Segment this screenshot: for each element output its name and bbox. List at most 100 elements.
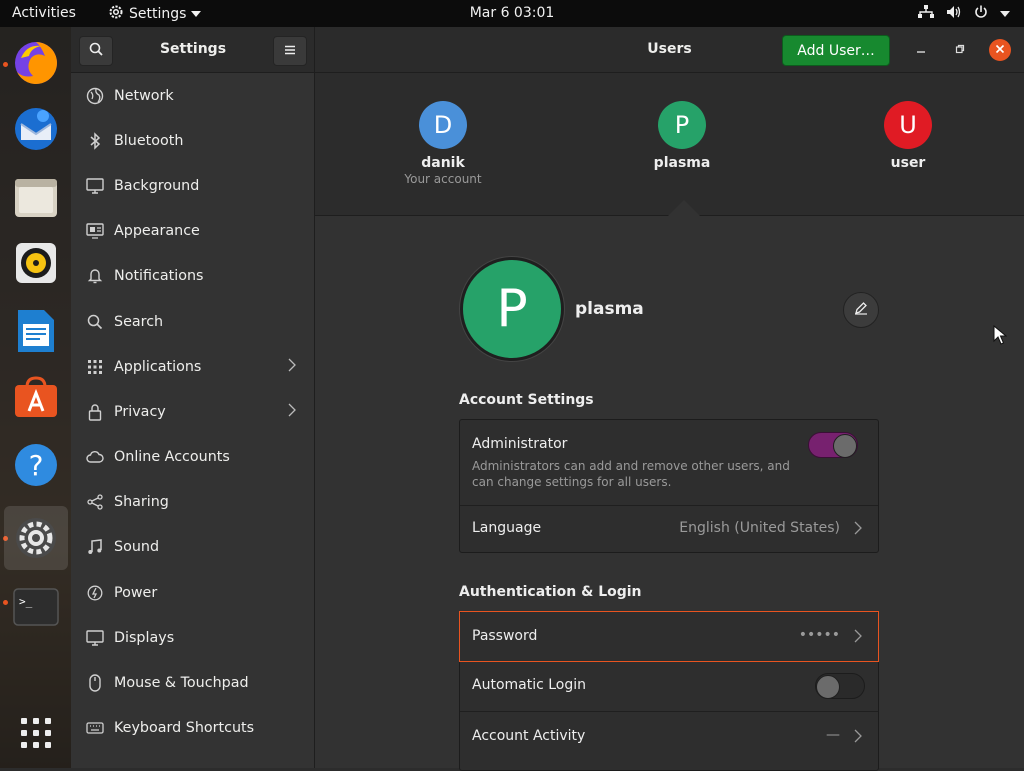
search-button[interactable] bbox=[79, 36, 113, 66]
files-icon[interactable] bbox=[8, 169, 64, 225]
sidebar-item-background[interactable]: Background bbox=[71, 163, 314, 208]
account-activity-label: Account Activity bbox=[472, 728, 586, 744]
sidebar-item-sharing[interactable]: Sharing bbox=[71, 480, 314, 525]
add-user-button[interactable]: Add User… bbox=[782, 35, 890, 66]
sidebar-item-mouse-touchpad[interactable]: Mouse & Touchpad bbox=[71, 660, 314, 705]
hamburger-icon bbox=[284, 43, 296, 59]
writer-icon[interactable] bbox=[8, 303, 64, 359]
sidebar-item-label: Online Accounts bbox=[114, 449, 230, 466]
chevron-right-icon bbox=[854, 521, 862, 539]
system-tray[interactable] bbox=[918, 5, 1010, 23]
settings-icon[interactable] bbox=[4, 506, 68, 570]
sidebar-item-bluetooth[interactable]: Bluetooth bbox=[71, 118, 314, 163]
caret-down-icon bbox=[191, 6, 202, 22]
sidebar-item-notifications[interactable]: Notifications bbox=[71, 254, 314, 299]
keyboard-icon bbox=[85, 718, 105, 738]
chevron-right-icon bbox=[854, 729, 862, 747]
administrator-description: Administrators can add and remove other … bbox=[472, 459, 790, 489]
password-row[interactable]: Password ••••• bbox=[459, 611, 879, 662]
sidebar-item-label: Sound bbox=[114, 539, 160, 556]
sidebar-item-label: Displays bbox=[114, 629, 175, 646]
svg-text:>_: >_ bbox=[19, 595, 33, 608]
sidebar-item-label: Appearance bbox=[114, 223, 200, 240]
pencil-icon bbox=[854, 301, 868, 319]
sidebar-item-label: Privacy bbox=[114, 403, 166, 420]
mouse-icon bbox=[85, 673, 105, 693]
language-row[interactable]: Language English (United States) bbox=[460, 506, 878, 553]
avatar: P bbox=[658, 101, 706, 149]
sidebar-header: Settings bbox=[71, 27, 314, 73]
user-card-danik[interactable]: D danik Your account bbox=[373, 101, 513, 186]
mouse-cursor-icon bbox=[993, 324, 1008, 349]
profile-avatar[interactable]: P bbox=[460, 257, 564, 361]
user-carousel: D danik Your account P plasma U user bbox=[315, 73, 1024, 216]
sidebar-item-privacy[interactable]: Privacy bbox=[71, 389, 314, 434]
firefox-icon[interactable] bbox=[8, 35, 64, 91]
automatic-login-label: Automatic Login bbox=[472, 677, 587, 693]
bluetooth-icon bbox=[85, 131, 105, 151]
terminal-icon[interactable]: >_ bbox=[8, 579, 64, 635]
activities-button[interactable]: Activities bbox=[12, 5, 76, 21]
app-menu-label: Settings bbox=[129, 6, 187, 22]
share-icon bbox=[85, 492, 105, 512]
sidebar-item-label: Mouse & Touchpad bbox=[114, 675, 249, 692]
administrator-label: Administrator bbox=[472, 436, 568, 452]
network-wired-icon bbox=[918, 5, 934, 23]
avatar: U bbox=[884, 101, 932, 149]
sidebar-item-applications[interactable]: Applications bbox=[71, 344, 314, 389]
user-card-user[interactable]: U user bbox=[838, 101, 978, 171]
administrator-row[interactable]: Administrator Administrators can add and… bbox=[460, 420, 878, 506]
settings-sidebar: Settings Network Bluetooth Background Ap… bbox=[71, 27, 315, 768]
auth-login-title: Authentication & Login bbox=[459, 584, 642, 600]
menu-button[interactable] bbox=[273, 36, 307, 66]
sidebar-item-displays[interactable]: Displays bbox=[71, 615, 314, 660]
sidebar-item-label: Network bbox=[114, 87, 174, 104]
user-name: plasma bbox=[653, 155, 711, 171]
rhythmbox-icon[interactable] bbox=[8, 235, 64, 291]
minimize-icon bbox=[916, 43, 926, 57]
close-button[interactable] bbox=[989, 39, 1011, 61]
users-panel: Users Add User… D danik Your account P p… bbox=[315, 27, 1024, 771]
administrator-toggle[interactable] bbox=[808, 432, 858, 458]
user-name: user bbox=[890, 155, 926, 171]
clock[interactable]: Mar 6 03:01 bbox=[470, 5, 555, 21]
sidebar-item-online-accounts[interactable]: Online Accounts bbox=[71, 435, 314, 480]
account-activity-value: — bbox=[826, 727, 840, 743]
password-value: ••••• bbox=[798, 627, 840, 643]
software-icon[interactable] bbox=[8, 369, 64, 425]
caret-down-icon bbox=[1000, 6, 1010, 22]
close-icon bbox=[995, 43, 1005, 58]
automatic-login-row[interactable]: Automatic Login bbox=[460, 661, 878, 712]
sidebar-item-keyboard-shortcuts[interactable]: Keyboard Shortcuts bbox=[71, 706, 314, 751]
sidebar-item-appearance[interactable]: Appearance bbox=[71, 209, 314, 254]
user-card-plasma[interactable]: P plasma bbox=[612, 101, 752, 171]
thunderbird-icon[interactable] bbox=[8, 101, 64, 157]
password-label: Password bbox=[472, 628, 538, 644]
power-icon bbox=[974, 5, 988, 23]
lock-icon bbox=[85, 402, 105, 422]
volume-icon bbox=[946, 5, 962, 23]
sidebar-item-label: Notifications bbox=[114, 268, 204, 285]
sidebar-item-label: Keyboard Shortcuts bbox=[114, 720, 255, 737]
help-icon[interactable]: ? bbox=[8, 437, 64, 493]
top-bar: Activities Settings Mar 6 03:01 bbox=[0, 0, 1024, 27]
maximize-button[interactable] bbox=[949, 39, 971, 61]
app-menu[interactable]: Settings bbox=[108, 4, 202, 24]
bell-icon bbox=[85, 266, 105, 286]
account-activity-row[interactable]: Account Activity — bbox=[460, 712, 878, 763]
chevron-right-icon bbox=[854, 629, 862, 647]
sidebar-item-power[interactable]: Power bbox=[71, 570, 314, 615]
svg-text:?: ? bbox=[29, 449, 44, 482]
minimize-button[interactable] bbox=[910, 39, 932, 61]
sidebar-item-search[interactable]: Search bbox=[71, 299, 314, 344]
edit-name-button[interactable] bbox=[843, 292, 879, 328]
show-apps-icon[interactable] bbox=[8, 705, 64, 761]
sidebar-item-network[interactable]: Network bbox=[71, 73, 314, 118]
automatic-login-toggle[interactable] bbox=[815, 673, 865, 699]
account-settings-panel: Administrator Administrators can add and… bbox=[459, 419, 879, 553]
grid-icon bbox=[85, 357, 105, 377]
sidebar-item-label: Search bbox=[114, 313, 164, 330]
user-name: danik bbox=[421, 155, 465, 171]
sidebar-item-sound[interactable]: Sound bbox=[71, 525, 314, 570]
account-settings-title: Account Settings bbox=[459, 392, 594, 408]
